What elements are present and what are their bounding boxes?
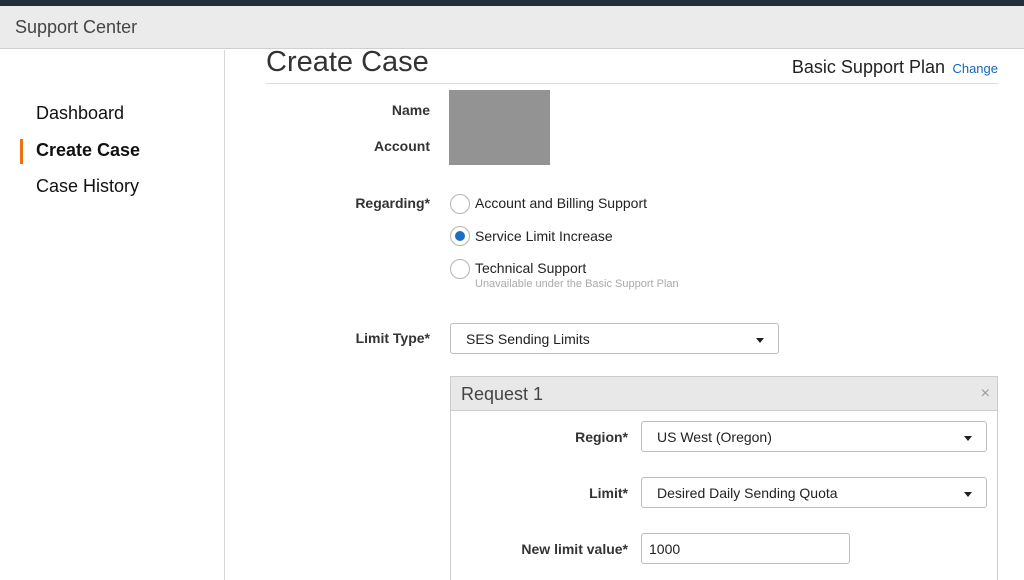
chevron-down-icon	[756, 338, 764, 343]
radio-label-technical-support[interactable]: Technical Support	[475, 260, 586, 276]
technical-support-note: Unavailable under the Basic Support Plan	[475, 278, 679, 290]
region-select[interactable]: US West (Oregon)	[641, 421, 987, 452]
radio-service-limit-increase[interactable]	[450, 226, 470, 246]
active-nav-indicator	[20, 139, 23, 164]
app-title: Support Center	[15, 17, 138, 37]
chevron-down-icon	[964, 436, 972, 441]
region-label: Region*	[575, 429, 628, 445]
name-label: Name	[391, 102, 430, 118]
page-header: Create Case Basic Support Plan Change	[266, 44, 998, 84]
limit-type-value: SES Sending Limits	[466, 331, 590, 347]
limit-select[interactable]: Desired Daily Sending Quota	[641, 477, 987, 508]
change-plan-link[interactable]: Change	[952, 61, 998, 76]
new-limit-input[interactable]	[641, 533, 850, 564]
region-value: US West (Oregon)	[657, 429, 772, 445]
radio-technical-support[interactable]	[450, 259, 470, 279]
limit-value: Desired Daily Sending Quota	[657, 485, 838, 501]
radio-label-service-limit[interactable]: Service Limit Increase	[475, 228, 613, 244]
account-avatar	[449, 90, 550, 165]
support-plan-label: Basic Support Plan	[791, 57, 945, 77]
regarding-label: Regarding*	[355, 195, 430, 211]
limit-type-select[interactable]: SES Sending Limits	[450, 323, 779, 354]
request-panel-header: Request 1 ×	[451, 377, 997, 411]
close-icon[interactable]: ×	[981, 385, 990, 403]
radio-label-account-billing[interactable]: Account and Billing Support	[475, 195, 647, 211]
chevron-down-icon	[964, 492, 972, 497]
account-label: Account	[374, 138, 430, 154]
top-bar: Support Center	[0, 6, 1024, 49]
sidebar-item-dashboard[interactable]: Dashboard	[36, 103, 124, 124]
radio-account-billing[interactable]	[450, 194, 470, 214]
request-title: Request 1	[461, 384, 544, 404]
limit-type-label: Limit Type*	[355, 330, 430, 346]
sidebar-item-case-history[interactable]: Case History	[36, 176, 139, 197]
sidebar	[0, 50, 225, 580]
limit-label: Limit*	[589, 485, 628, 501]
new-limit-label: New limit value*	[521, 541, 628, 557]
page-title: Create Case	[266, 46, 429, 78]
sidebar-item-create-case[interactable]: Create Case	[36, 140, 140, 161]
